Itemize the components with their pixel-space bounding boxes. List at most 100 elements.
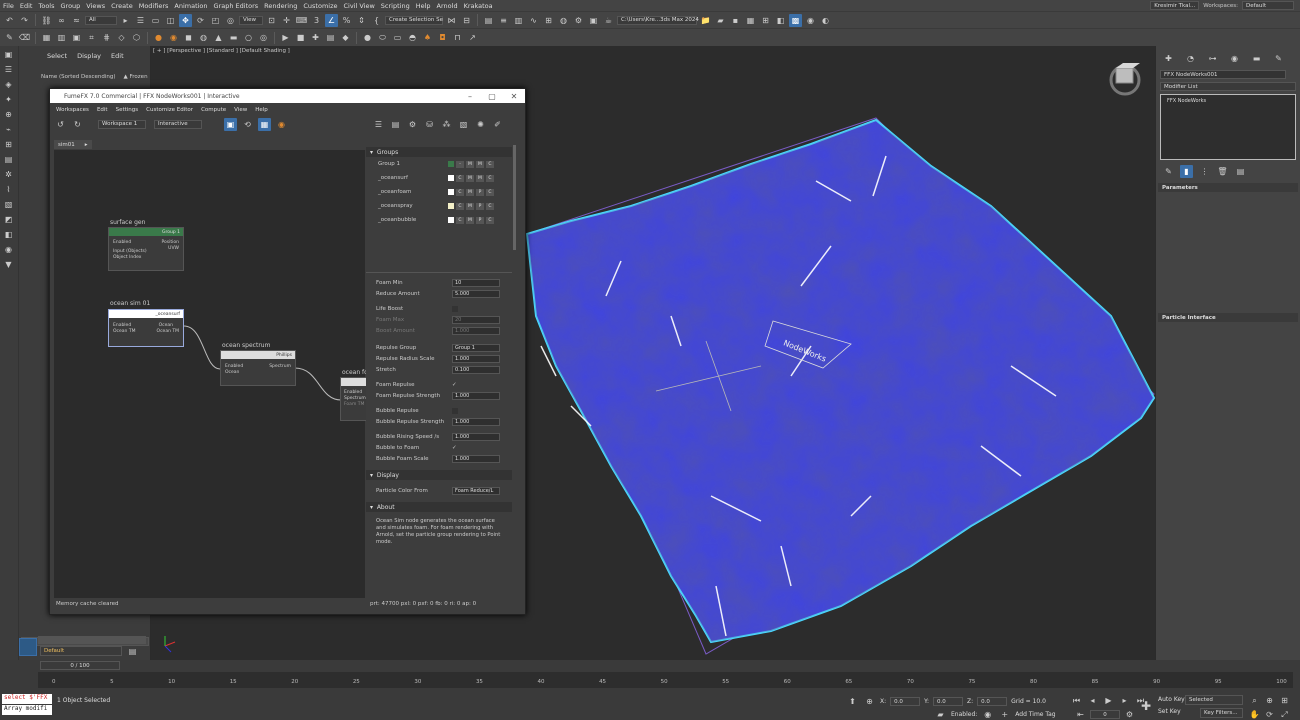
frame-slider[interactable]: 0 / 100 bbox=[40, 661, 120, 670]
menu-arnold[interactable]: Arnold bbox=[437, 2, 464, 10]
strip-filter-icon[interactable]: ▼ bbox=[2, 258, 15, 271]
time-config-icon[interactable]: ⚙ bbox=[1123, 708, 1136, 720]
modify-tab-icon[interactable]: ◔ bbox=[1184, 52, 1197, 65]
pot-icon[interactable]: ◓ bbox=[406, 31, 419, 44]
ffx-undo-icon[interactable]: ↺ bbox=[54, 118, 67, 131]
modifier-stack[interactable]: FFX NodeWorks bbox=[1160, 94, 1296, 160]
remove-modifier-icon[interactable]: 🗑 bbox=[1216, 165, 1229, 178]
teapot-icon[interactable]: ◉ bbox=[167, 31, 180, 44]
render-cube-icon[interactable]: ◆ bbox=[339, 31, 352, 44]
place-icon[interactable]: ◎ bbox=[224, 14, 237, 27]
menu-help[interactable]: Help bbox=[416, 2, 437, 10]
menu-customize[interactable]: Customize bbox=[303, 2, 343, 10]
strip-space-icon[interactable]: ⌁ bbox=[2, 123, 15, 136]
menu-graph-editors[interactable]: Graph Editors bbox=[214, 2, 265, 10]
bubble-to-foam-checkbox[interactable]: ✓ bbox=[452, 445, 457, 451]
box-icon[interactable]: ▣ bbox=[70, 31, 83, 44]
curve-editor-icon[interactable]: ∿ bbox=[527, 14, 540, 27]
sphere-icon[interactable]: ● bbox=[152, 31, 165, 44]
tab-select[interactable]: Select bbox=[47, 52, 67, 60]
play-icon[interactable]: ▶ bbox=[279, 31, 292, 44]
group-row[interactable]: _oceanfoam C M P C bbox=[366, 185, 512, 199]
plane-icon[interactable]: ▬ bbox=[227, 31, 240, 44]
bubble-repulse-checkbox[interactable] bbox=[452, 407, 458, 414]
configure-sets-icon[interactable]: ▤ bbox=[1234, 165, 1247, 178]
menu-modifiers[interactable]: Modifiers bbox=[139, 2, 175, 10]
arrow-icon[interactable]: ↗ bbox=[466, 31, 479, 44]
repulse-radius-scale-field[interactable]: 1.000 bbox=[452, 354, 500, 363]
strip-list-icon[interactable]: ☰ bbox=[2, 63, 15, 76]
group-row[interactable]: _oceanbubble C M P C bbox=[366, 213, 512, 227]
node-ocean-spectrum[interactable]: Phillips Enabled Ocean Spectrum bbox=[220, 350, 296, 386]
repulse-group-dropdown[interactable]: Group 1 bbox=[452, 343, 500, 352]
stretch-field[interactable]: 0.100 bbox=[452, 365, 500, 374]
ffx-preview-icon[interactable]: ▧ bbox=[457, 118, 470, 131]
bucket-icon[interactable]: ◘ bbox=[436, 31, 449, 44]
y-coord-field[interactable]: 0.0 bbox=[933, 697, 964, 706]
maximize-viewport-icon[interactable]: ⤢ bbox=[1278, 708, 1291, 720]
menu-group[interactable]: Group bbox=[61, 2, 87, 10]
menu-edit[interactable]: Edit bbox=[20, 2, 39, 10]
about-section-header[interactable]: ▾ About bbox=[366, 502, 512, 512]
key-mode-icon[interactable]: ⇤ bbox=[1074, 708, 1087, 720]
render-setup-icon[interactable]: ⚙ bbox=[572, 14, 585, 27]
render-icon[interactable]: ☕ bbox=[602, 14, 615, 27]
layer-dropdown[interactable]: Default bbox=[40, 646, 122, 656]
toggle-scene-explorer-icon[interactable]: ▤ bbox=[482, 14, 495, 27]
strip-xref-icon[interactable]: ◩ bbox=[2, 213, 15, 226]
adaptive-degradation-icon[interactable]: ◉ bbox=[981, 708, 994, 720]
auto-key-button[interactable]: Auto Key bbox=[1158, 696, 1185, 703]
explorer-scroll-h[interactable] bbox=[38, 636, 146, 644]
group-row[interactable]: Group 1-MMC bbox=[366, 157, 512, 171]
menu-create[interactable]: Create bbox=[111, 2, 139, 10]
node-surface-gen[interactable]: Group 1 Enabled Input (Objects) Object I… bbox=[108, 227, 184, 271]
window-crossing-icon[interactable]: ◫ bbox=[164, 14, 177, 27]
timeline[interactable]: 0 5 10 15 20 25 30 35 40 45 50 55 60 65 70 75 80 85 90 95 10… bbox=[38, 672, 1293, 688]
percent-snap-icon[interactable]: % bbox=[340, 14, 353, 27]
strip-ref-icon[interactable]: ▧ bbox=[2, 198, 15, 211]
scale-icon[interactable]: ◰ bbox=[209, 14, 222, 27]
menu-animation[interactable]: Animation bbox=[174, 2, 213, 10]
play-animation-icon[interactable]: ▶ bbox=[1102, 694, 1115, 707]
display-section-header[interactable]: ▾ Display bbox=[366, 470, 512, 480]
ffx-menu-view[interactable]: View bbox=[234, 107, 247, 113]
box-primitive-icon[interactable]: ◼ bbox=[182, 31, 195, 44]
isolate-icon[interactable]: ▰ bbox=[934, 708, 947, 720]
move-icon[interactable]: ✥ bbox=[179, 13, 192, 27]
maxscript-listener-line1[interactable]: select $'FFX bbox=[2, 694, 52, 704]
project-path-dropdown[interactable]: C:\Users\Kre...3ds Max 2024 bbox=[617, 15, 699, 25]
pipe-icon[interactable]: ⊓ bbox=[451, 31, 464, 44]
open-icon[interactable]: ▰ bbox=[714, 14, 727, 27]
ribbon-icon[interactable]: ▥ bbox=[512, 14, 525, 27]
group-row[interactable]: _oceanspray C M P C bbox=[366, 199, 512, 213]
show-end-result-icon[interactable]: ▮ bbox=[1180, 165, 1193, 178]
ffx-sun-icon[interactable]: ✺ bbox=[474, 118, 487, 131]
groups-section-header[interactable]: ▾ Groups bbox=[366, 147, 512, 157]
create-tab-icon[interactable]: ✚ bbox=[1162, 52, 1175, 65]
goto-start-icon[interactable]: ⏮ bbox=[1070, 694, 1083, 707]
redo-icon[interactable]: ↷ bbox=[18, 14, 31, 27]
menu-scripting[interactable]: Scripting bbox=[381, 2, 416, 10]
node-graph-canvas[interactable]: surface gen Group 1 Enabled Input (Objec… bbox=[54, 150, 370, 598]
parameters-rollout[interactable]: Parameters bbox=[1158, 183, 1298, 192]
project-folder-icon[interactable]: 📁 bbox=[699, 14, 712, 27]
strip-helper-icon[interactable]: ⊕ bbox=[2, 108, 15, 121]
display-tab-icon[interactable]: ▬ bbox=[1250, 52, 1263, 65]
cone-icon[interactable]: ▲ bbox=[212, 31, 225, 44]
add-time-tag[interactable]: Add Time Tag bbox=[1015, 711, 1055, 718]
motion-tab-icon[interactable]: ◉ bbox=[1228, 52, 1241, 65]
menu-civil-view[interactable]: Civil View bbox=[344, 2, 381, 10]
utilities-tab-icon[interactable]: ✎ bbox=[1272, 52, 1285, 65]
select-by-name-icon[interactable]: ☰ bbox=[134, 14, 147, 27]
ffx-cache-icon[interactable]: ⛁ bbox=[423, 118, 436, 131]
sphere-grey-icon[interactable]: ● bbox=[361, 31, 374, 44]
ffx-icon[interactable]: ▤ bbox=[324, 31, 337, 44]
ffx-redo-icon[interactable]: ↻ bbox=[71, 118, 84, 131]
ffx-render-icon[interactable]: ◉ bbox=[275, 118, 288, 131]
shape-icon[interactable]: ◇ bbox=[115, 31, 128, 44]
ffx-menu-help[interactable]: Help bbox=[255, 107, 268, 113]
snaps-toggle-icon[interactable]: 3 bbox=[310, 14, 323, 27]
strip-select-icon[interactable]: ▣ bbox=[2, 48, 15, 61]
stack-item[interactable]: FFX NodeWorks bbox=[1167, 98, 1206, 104]
group-row[interactable]: _oceansurf C M M C bbox=[366, 171, 512, 185]
